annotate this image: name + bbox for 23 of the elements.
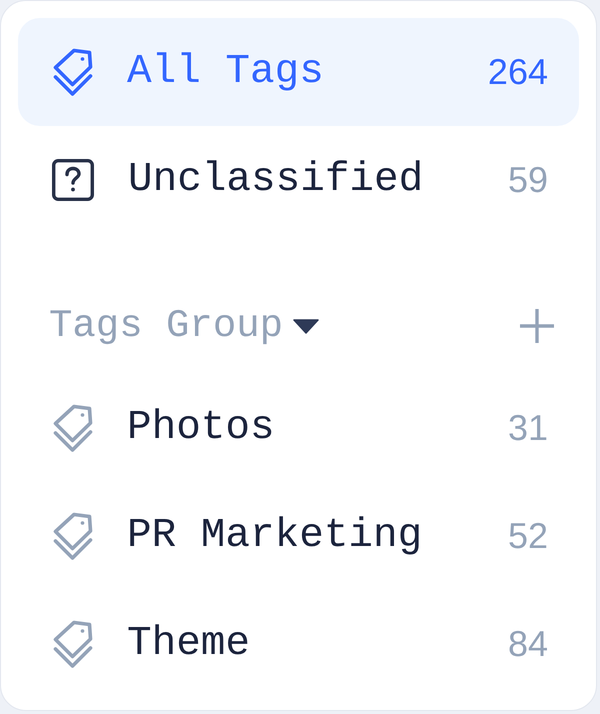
tags-icon (52, 512, 93, 560)
tags-icon (52, 620, 93, 668)
sidebar-item[interactable]: Unclassified 59 (18, 126, 579, 234)
item-label: Unclassified (128, 160, 424, 200)
item-count: 84 (508, 626, 548, 662)
question-icon (52, 159, 94, 201)
item-count: 59 (508, 162, 548, 198)
sidebar-item[interactable]: All Tags 264 (18, 18, 579, 126)
add-button[interactable] (519, 308, 555, 344)
tags-icon (52, 48, 93, 96)
item-label: All Tags (127, 52, 324, 92)
sidebar-item[interactable]: Theme 84 (18, 590, 579, 698)
item-count: 264 (488, 54, 548, 90)
plus-icon (520, 309, 554, 343)
sidebar-item[interactable]: Photos 31 (18, 374, 579, 482)
item-label: Photos (127, 408, 275, 448)
item-count: 31 (508, 410, 548, 446)
caret-down-icon (293, 318, 320, 334)
tags-icon (52, 404, 93, 452)
sidebar-item[interactable]: PR Marketing 52 (18, 482, 579, 590)
item-count: 52 (508, 518, 548, 554)
item-label: PR Marketing (127, 516, 422, 556)
item-label: Theme (127, 624, 250, 664)
